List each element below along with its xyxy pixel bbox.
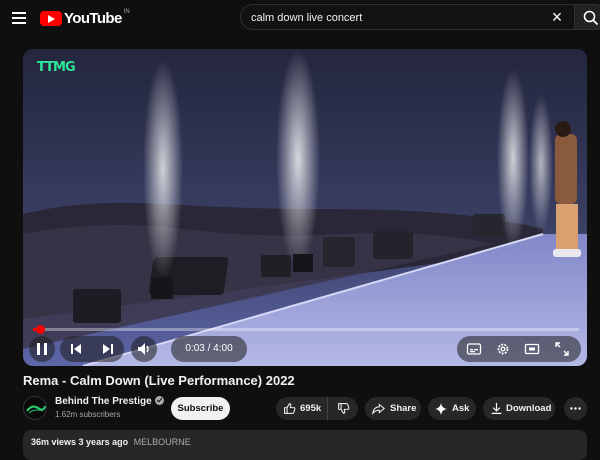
scrubber-handle[interactable]: [35, 325, 45, 334]
search-icon: [583, 10, 599, 26]
dislike-button[interactable]: [329, 397, 358, 420]
fullscreen-icon[interactable]: [554, 341, 570, 357]
ask-label: Ask: [452, 403, 470, 414]
share-button[interactable]: Share: [365, 397, 421, 420]
download-label: Download: [506, 403, 552, 414]
upload-age: 3 years ago: [78, 437, 129, 447]
more-options-button[interactable]: [564, 397, 587, 420]
thumbs-down-icon: [338, 403, 350, 414]
time-total: 4:00: [213, 343, 233, 354]
sparkle-icon: [435, 403, 447, 415]
download-button[interactable]: Download: [483, 397, 555, 420]
time-current: 0:03: [185, 343, 205, 354]
verified-badge-icon: [154, 396, 164, 405]
top-bar: YouTube IN ×: [0, 0, 600, 36]
hamburger-menu-icon[interactable]: [10, 9, 28, 27]
ask-button[interactable]: Ask: [428, 397, 476, 420]
subtitles-icon[interactable]: [466, 341, 482, 357]
subscriber-count: 1.62m subscribers: [55, 410, 121, 419]
channel-watermark: TTMG: [37, 60, 76, 75]
share-label: Share: [390, 403, 417, 414]
channel-avatar[interactable]: [23, 396, 47, 420]
channel-name[interactable]: Behind The Prestige: [55, 396, 152, 407]
subscribe-button[interactable]: Subscribe: [171, 397, 230, 420]
youtube-logo[interactable]: YouTube IN: [40, 8, 130, 28]
volume-icon: [138, 343, 149, 355]
play-pause-button[interactable]: [29, 336, 55, 362]
video-player[interactable]: TTMG 0:03 / 4:00: [23, 49, 587, 366]
share-arrow-icon: [372, 403, 385, 415]
volume-button[interactable]: [131, 336, 157, 362]
next-icon[interactable]: [100, 341, 116, 357]
search-input[interactable]: [251, 9, 541, 27]
like-count: 695k: [300, 403, 322, 414]
logo-text: YouTube: [64, 9, 122, 27]
description-box[interactable]: 36m views 3 years ago MELBOURNE: [23, 430, 587, 460]
location-tag[interactable]: MELBOURNE: [134, 437, 191, 447]
logo-country-code: IN: [123, 9, 130, 15]
thumbs-up-icon: [284, 403, 296, 414]
theater-mode-icon[interactable]: [524, 341, 540, 357]
close-icon[interactable]: ×: [548, 8, 566, 27]
like-button[interactable]: 695k: [276, 397, 328, 420]
video-title: Rema - Calm Down (Live Performance) 2022: [23, 373, 295, 388]
previous-icon[interactable]: [68, 341, 84, 357]
settings-gear-icon[interactable]: [495, 341, 511, 357]
like-dislike-group: 695k: [276, 397, 358, 420]
youtube-play-icon: [40, 10, 62, 26]
skip-controls: [60, 336, 124, 362]
download-icon: [491, 402, 502, 414]
view-count: 36m views: [31, 437, 77, 447]
more-horizontal-icon: [570, 407, 581, 410]
description-meta: 36m views 3 years ago MELBOURNE: [31, 437, 191, 447]
video-frame: [23, 49, 587, 366]
pause-icon: [37, 343, 47, 355]
channel-name-row[interactable]: Behind The Prestige: [55, 396, 164, 407]
search-button[interactable]: [574, 4, 600, 30]
right-controls: [457, 336, 581, 362]
time-display: 0:03 / 4:00: [171, 336, 247, 362]
time-separator: /: [207, 343, 211, 354]
progress-bar[interactable]: [33, 325, 579, 334]
search-box: ×: [240, 4, 574, 30]
channel-logo-icon: [26, 405, 46, 414]
